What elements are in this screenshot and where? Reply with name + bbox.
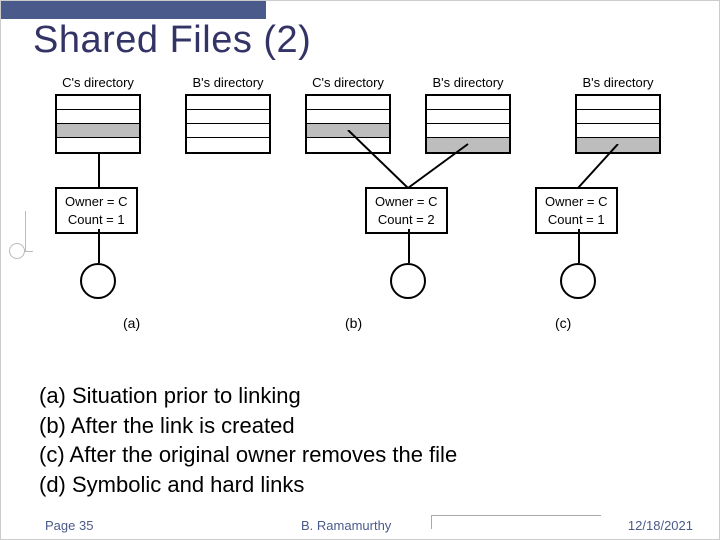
dir-row [427,96,509,110]
sublabel-a: (a) [123,315,140,331]
footer-ornament-box [431,515,601,529]
slide-title: Shared Files (2) [33,19,311,62]
meta-box-b: Owner = C Count = 2 [365,187,448,234]
footer-author: B. Ramamurthy [301,518,391,533]
slide-accent-bar [1,1,266,19]
slide-ornament-circle [9,243,25,259]
dir-row [577,96,659,110]
sublabel-b: (b) [345,315,362,331]
dir-b-label: B's directory [425,75,511,90]
meta-count: Count = 1 [545,211,608,229]
diagram-group-a: C's directory [55,75,141,154]
dir-b-label: B's directory [575,75,661,90]
footer-date: 12/18/2021 [628,518,693,533]
meta-owner: Owner = C [65,193,128,211]
diagram: C's directory Owner = C Count = 1 (a) B'… [45,75,685,355]
file-node-a [80,263,116,299]
dir-row [57,96,139,110]
connector-svg-b [305,130,515,190]
meta-owner: Owner = C [545,193,608,211]
sublabel-c: (c) [555,315,571,331]
dir-row [427,110,509,124]
file-node-b [390,263,426,299]
dir-c-label: C's directory [55,75,141,90]
bullet-d: (d) Symbolic and hard links [39,470,457,500]
meta-owner: Owner = C [375,193,438,211]
dir-row [307,110,389,124]
dir-row [57,138,139,152]
bullet-list: (a) Situation prior to linking (b) After… [39,381,457,500]
meta-count: Count = 1 [65,211,128,229]
dir-b-label: B's directory [185,75,271,90]
dir-row [57,110,139,124]
dir-row [577,110,659,124]
meta-box-a: Owner = C Count = 1 [55,187,138,234]
bullet-a: (a) Situation prior to linking [39,381,457,411]
connector-line [578,229,580,263]
connector-line [408,229,410,263]
connector-line [98,229,100,263]
connector-line [98,154,100,188]
dir-row-shaded [57,124,139,138]
diagram-group-a-b: B's directory [185,75,271,154]
bullet-b: (b) After the link is created [39,411,457,441]
footer-page: Page 35 [45,518,93,533]
connector-svg-c [535,144,665,190]
dir-row [187,110,269,124]
dir-b-box [185,94,271,154]
dir-c-box [55,94,141,154]
dir-c-label: C's directory [305,75,391,90]
meta-box-c: Owner = C Count = 1 [535,187,618,234]
dir-row [307,96,389,110]
dir-row [187,124,269,138]
file-node-c [560,263,596,299]
dir-row [187,138,269,152]
dir-row [187,96,269,110]
meta-count: Count = 2 [375,211,438,229]
diagram-group-c: B's directory [575,75,661,154]
slide-ornament-vline [25,211,26,251]
bullet-c: (c) After the original owner removes the… [39,440,457,470]
slide: Shared Files (2) C's directory Owner = C… [0,0,720,540]
dir-row [577,124,659,138]
